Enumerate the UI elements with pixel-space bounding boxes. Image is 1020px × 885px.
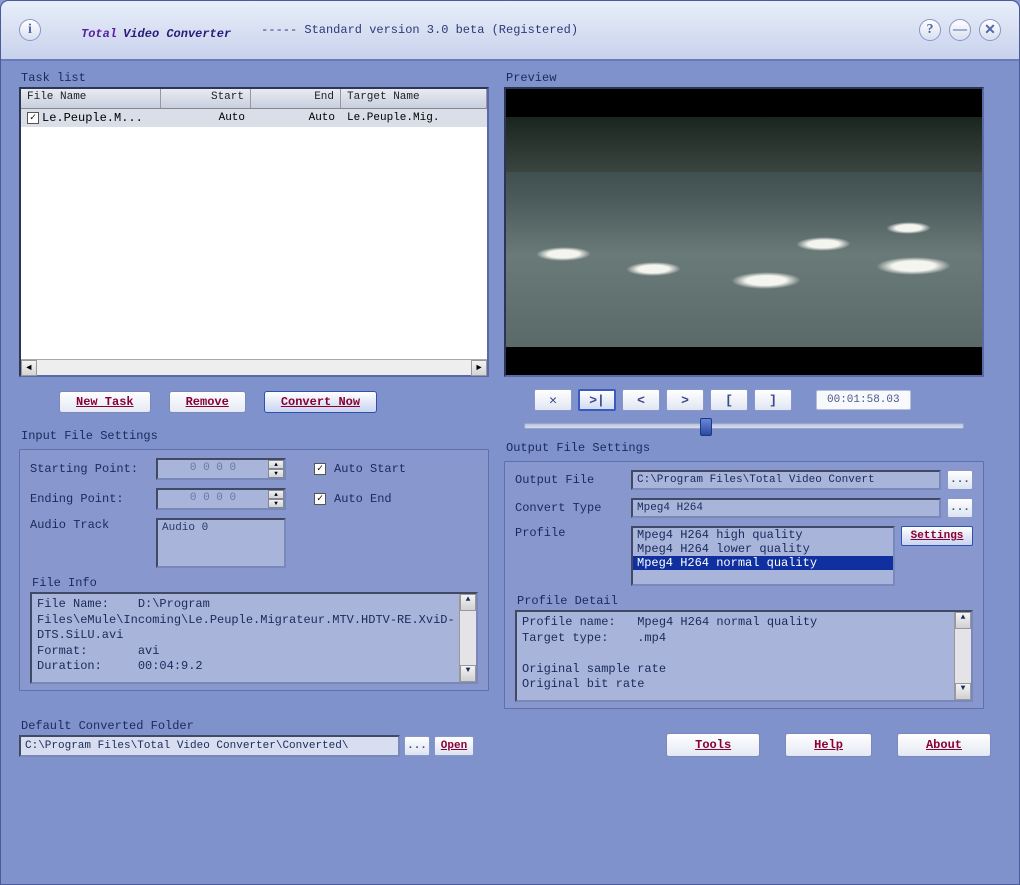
folder-browse-button[interactable]: ... (404, 736, 430, 756)
spin-up-icon[interactable]: ▲ (268, 460, 284, 469)
convert-type-field[interactable]: Mpeg4 H264 (631, 498, 941, 518)
col-target[interactable]: Target Name (341, 89, 487, 108)
audio-track-list[interactable]: Audio 0 (156, 518, 286, 568)
folder-open-button[interactable]: Open (434, 736, 474, 756)
file-info-label: File Info (30, 576, 478, 590)
profile-settings-button[interactable]: Settings (901, 526, 973, 546)
output-file-field[interactable]: C:\Program Files\Total Video Convert (631, 470, 941, 490)
ending-point-input[interactable]: 0 0 0 0 ▲▼ (156, 488, 286, 510)
auto-start-checkbox[interactable]: ✓Auto Start (314, 462, 406, 476)
ending-point-label: Ending Point: (30, 492, 148, 506)
mark-out-button[interactable]: ] (754, 389, 792, 411)
scroll-right-icon[interactable]: ► (471, 360, 487, 376)
output-file-browse-button[interactable]: ... (947, 470, 973, 490)
scroll-down-icon[interactable]: ▼ (955, 683, 971, 700)
help-button[interactable]: ? (919, 19, 941, 41)
next-button[interactable]: > (666, 389, 704, 411)
version-text: ----- Standard version 3.0 beta (Registe… (261, 23, 578, 37)
default-folder-field[interactable]: C:\Program Files\Total Video Converter\C… (19, 735, 400, 757)
profile-list[interactable]: Mpeg4 H264 high quality Mpeg4 H264 lower… (631, 526, 895, 586)
scroll-up-icon[interactable]: ▲ (460, 594, 476, 611)
input-settings-label: Input File Settings (19, 429, 489, 443)
file-info-box: File Name: D:\Program Files\eMule\Incomi… (30, 592, 478, 684)
tools-button[interactable]: Tools (666, 733, 760, 757)
col-start[interactable]: Start (161, 89, 251, 108)
play-button[interactable]: >| (578, 389, 616, 411)
profile-option[interactable]: Mpeg4 H264 lower quality (633, 542, 893, 556)
table-row[interactable]: ✓Le.Peuple.M... Auto Auto Le.Peuple.Mig. (21, 109, 487, 127)
profile-label: Profile (515, 526, 625, 540)
col-end[interactable]: End (251, 89, 341, 108)
starting-point-label: Starting Point: (30, 462, 148, 476)
app-title: Total Video Converter (81, 17, 231, 43)
v-scrollbar[interactable]: ▲▼ (459, 594, 476, 682)
prev-button[interactable]: < (622, 389, 660, 411)
convert-type-label: Convert Type (515, 501, 625, 515)
mark-in-button[interactable]: [ (710, 389, 748, 411)
spin-up-icon[interactable]: ▲ (268, 490, 284, 499)
remove-button[interactable]: Remove (169, 391, 246, 413)
row-checkbox[interactable]: ✓ (27, 112, 39, 124)
slider-thumb[interactable] (700, 418, 712, 436)
profile-option-selected[interactable]: Mpeg4 H264 normal quality (633, 556, 893, 570)
spin-down-icon[interactable]: ▼ (268, 499, 284, 508)
preview-label: Preview (504, 71, 984, 85)
tasklist-label: Task list (19, 71, 489, 85)
scroll-left-icon[interactable]: ◄ (21, 360, 37, 376)
tasklist-header: File Name Start End Target Name (21, 89, 487, 109)
preview-pane[interactable] (504, 87, 984, 377)
v-scrollbar[interactable]: ▲▼ (954, 612, 971, 700)
close-button[interactable]: ✕ (979, 19, 1001, 41)
info-button[interactable]: i (19, 19, 41, 41)
audio-track-label: Audio Track (30, 518, 148, 532)
minimize-button[interactable]: — (949, 19, 971, 41)
new-task-button[interactable]: New Task (59, 391, 151, 413)
scroll-up-icon[interactable]: ▲ (955, 612, 971, 629)
app-window: i Total Video Converter ----- Standard v… (0, 0, 1020, 885)
h-scrollbar[interactable]: ◄ ► (21, 359, 487, 375)
spin-down-icon[interactable]: ▼ (268, 469, 284, 478)
convert-now-button[interactable]: Convert Now (264, 391, 377, 413)
starting-point-input[interactable]: 0 0 0 0 ▲▼ (156, 458, 286, 480)
titlebar: i Total Video Converter ----- Standard v… (1, 1, 1019, 61)
auto-end-checkbox[interactable]: ✓Auto End (314, 492, 392, 506)
scroll-down-icon[interactable]: ▼ (460, 665, 476, 682)
output-settings-panel: Output File C:\Program Files\Total Video… (504, 461, 984, 709)
profile-detail-box: Profile name: Mpeg4 H264 normal quality … (515, 610, 973, 702)
input-settings-panel: Starting Point: 0 0 0 0 ▲▼ ✓Auto Start E… (19, 449, 489, 691)
profile-option[interactable]: Mpeg4 H264 high quality (633, 528, 893, 542)
timecode-display: 00:01:58.03 (816, 390, 911, 410)
about-button[interactable]: About (897, 733, 991, 757)
stop-button[interactable]: ✕ (534, 389, 572, 411)
output-settings-label: Output File Settings (504, 441, 984, 455)
tasklist: File Name Start End Target Name ✓Le.Peup… (19, 87, 489, 377)
default-folder-label: Default Converted Folder (19, 719, 474, 733)
profile-detail-label: Profile Detail (515, 594, 973, 608)
col-filename[interactable]: File Name (21, 89, 161, 108)
video-frame (506, 117, 982, 347)
help-button[interactable]: Help (785, 733, 872, 757)
seek-slider[interactable] (524, 423, 964, 429)
convert-type-browse-button[interactable]: ... (947, 498, 973, 518)
output-file-label: Output File (515, 473, 625, 487)
